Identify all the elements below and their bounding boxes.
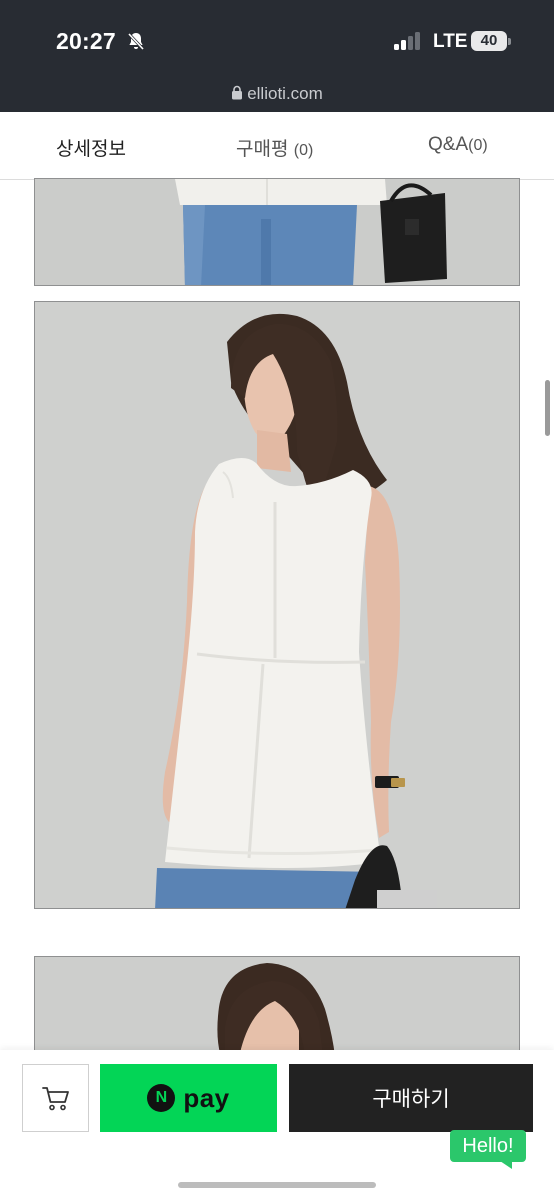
- battery-cap: [508, 38, 511, 45]
- page-scrollbar[interactable]: [545, 380, 550, 436]
- naver-pay-button[interactable]: N pay: [100, 1064, 277, 1132]
- home-indicator[interactable]: [178, 1182, 376, 1188]
- naver-pay-logo-icon: N: [147, 1084, 176, 1112]
- tab-reviews-count: (0): [293, 142, 314, 159]
- status-time: 20:27: [56, 28, 116, 54]
- product-photo-2-art: [35, 302, 519, 908]
- bell-muted-icon: [127, 32, 145, 51]
- tab-reviews-label: 구매평: [236, 139, 289, 160]
- buy-now-button[interactable]: 구매하기: [289, 1064, 533, 1132]
- tab-qna-count: (0): [468, 137, 488, 154]
- tab-reviews[interactable]: 구매평 (0): [236, 134, 313, 161]
- product-photo-1: [34, 178, 520, 286]
- battery-icon: 40: [471, 31, 507, 51]
- tab-qna-label: Q&A: [428, 134, 469, 155]
- cart-icon: [41, 1087, 69, 1111]
- network-type: LTE: [433, 31, 468, 52]
- purchase-bar: N pay 구매하기 Hello!: [0, 1050, 554, 1200]
- cart-button[interactable]: [22, 1064, 89, 1132]
- chat-bubble-tail: [500, 1161, 512, 1169]
- naver-pay-label: pay: [183, 1082, 230, 1113]
- product-tabs: 상세정보 구매평 (0) Q&A(0): [0, 112, 554, 180]
- product-photo-2: [34, 301, 520, 909]
- status-bar: 20:27 LTE 40 ellioti.com: [0, 0, 554, 112]
- signal-icon: [394, 32, 424, 50]
- tab-details-label: 상세정보: [56, 139, 126, 160]
- product-photo-3-art: [35, 957, 519, 1055]
- url-bar[interactable]: ellioti.com: [0, 84, 554, 104]
- product-photo-3: [34, 956, 520, 1056]
- product-photo-1-art: [35, 179, 519, 285]
- lock-icon: [232, 85, 243, 100]
- url-text: ellioti.com: [247, 84, 323, 103]
- tab-details[interactable]: 상세정보: [56, 134, 126, 161]
- tab-qna[interactable]: Q&A(0): [428, 134, 488, 156]
- chat-hello-button[interactable]: Hello!: [450, 1130, 526, 1162]
